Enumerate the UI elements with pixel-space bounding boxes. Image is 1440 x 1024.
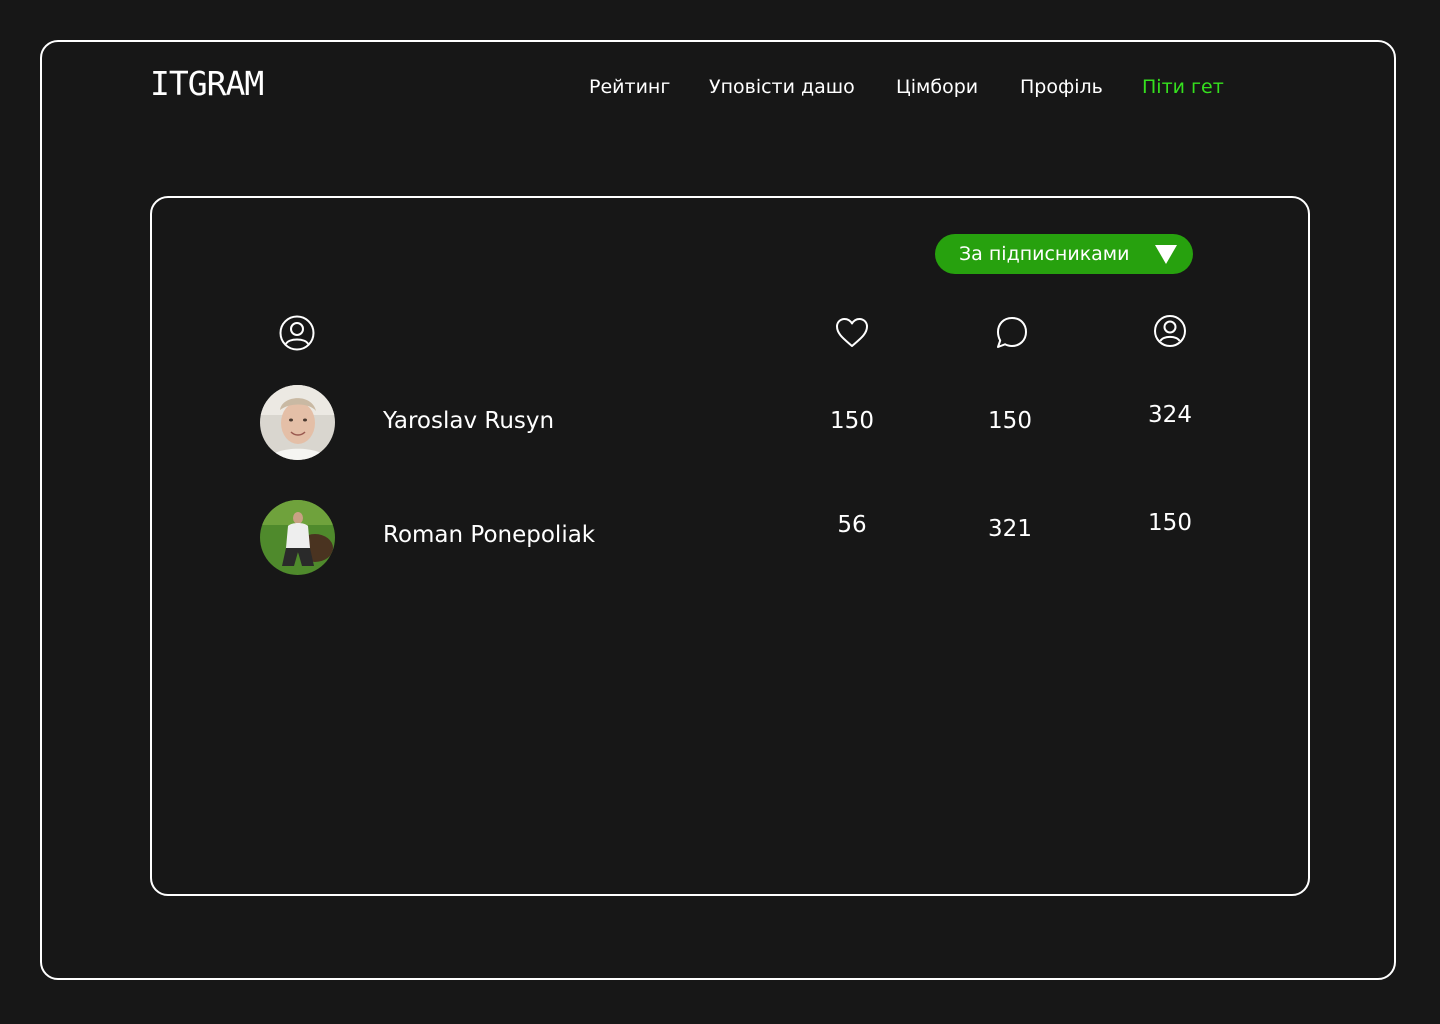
comments-count: 321	[988, 516, 1032, 542]
nav-item-post[interactable]: Уповісти дашо	[709, 76, 855, 98]
followers-count: 150	[1148, 510, 1192, 536]
heart-icon	[836, 318, 868, 347]
user-icon	[279, 315, 315, 351]
logo[interactable]: ITGRAM	[150, 64, 264, 103]
nav-item-rating[interactable]: Рейтинг	[589, 76, 670, 98]
followers-count: 324	[1148, 402, 1192, 428]
comments-count: 150	[988, 408, 1032, 434]
sort-label: За підписниками	[959, 243, 1130, 265]
nav-item-logout[interactable]: Піти гет	[1142, 76, 1224, 98]
avatar[interactable]	[260, 500, 335, 575]
sort-dropdown[interactable]: За підписниками	[935, 234, 1193, 274]
likes-count: 56	[837, 512, 867, 538]
likes-count: 150	[830, 408, 874, 434]
avatar-photo	[260, 385, 335, 460]
chevron-down-icon	[1155, 245, 1177, 264]
nav-item-friends[interactable]: Цімбори	[896, 76, 978, 98]
followers-icon	[1154, 315, 1186, 347]
avatar[interactable]	[260, 385, 335, 460]
user-name[interactable]: Yaroslav Rusyn	[383, 408, 554, 434]
nav-item-profile[interactable]: Профіль	[1020, 76, 1103, 98]
comment-icon	[997, 317, 1027, 348]
user-name[interactable]: Roman Ponepoliak	[383, 522, 595, 548]
avatar-photo	[260, 500, 335, 575]
